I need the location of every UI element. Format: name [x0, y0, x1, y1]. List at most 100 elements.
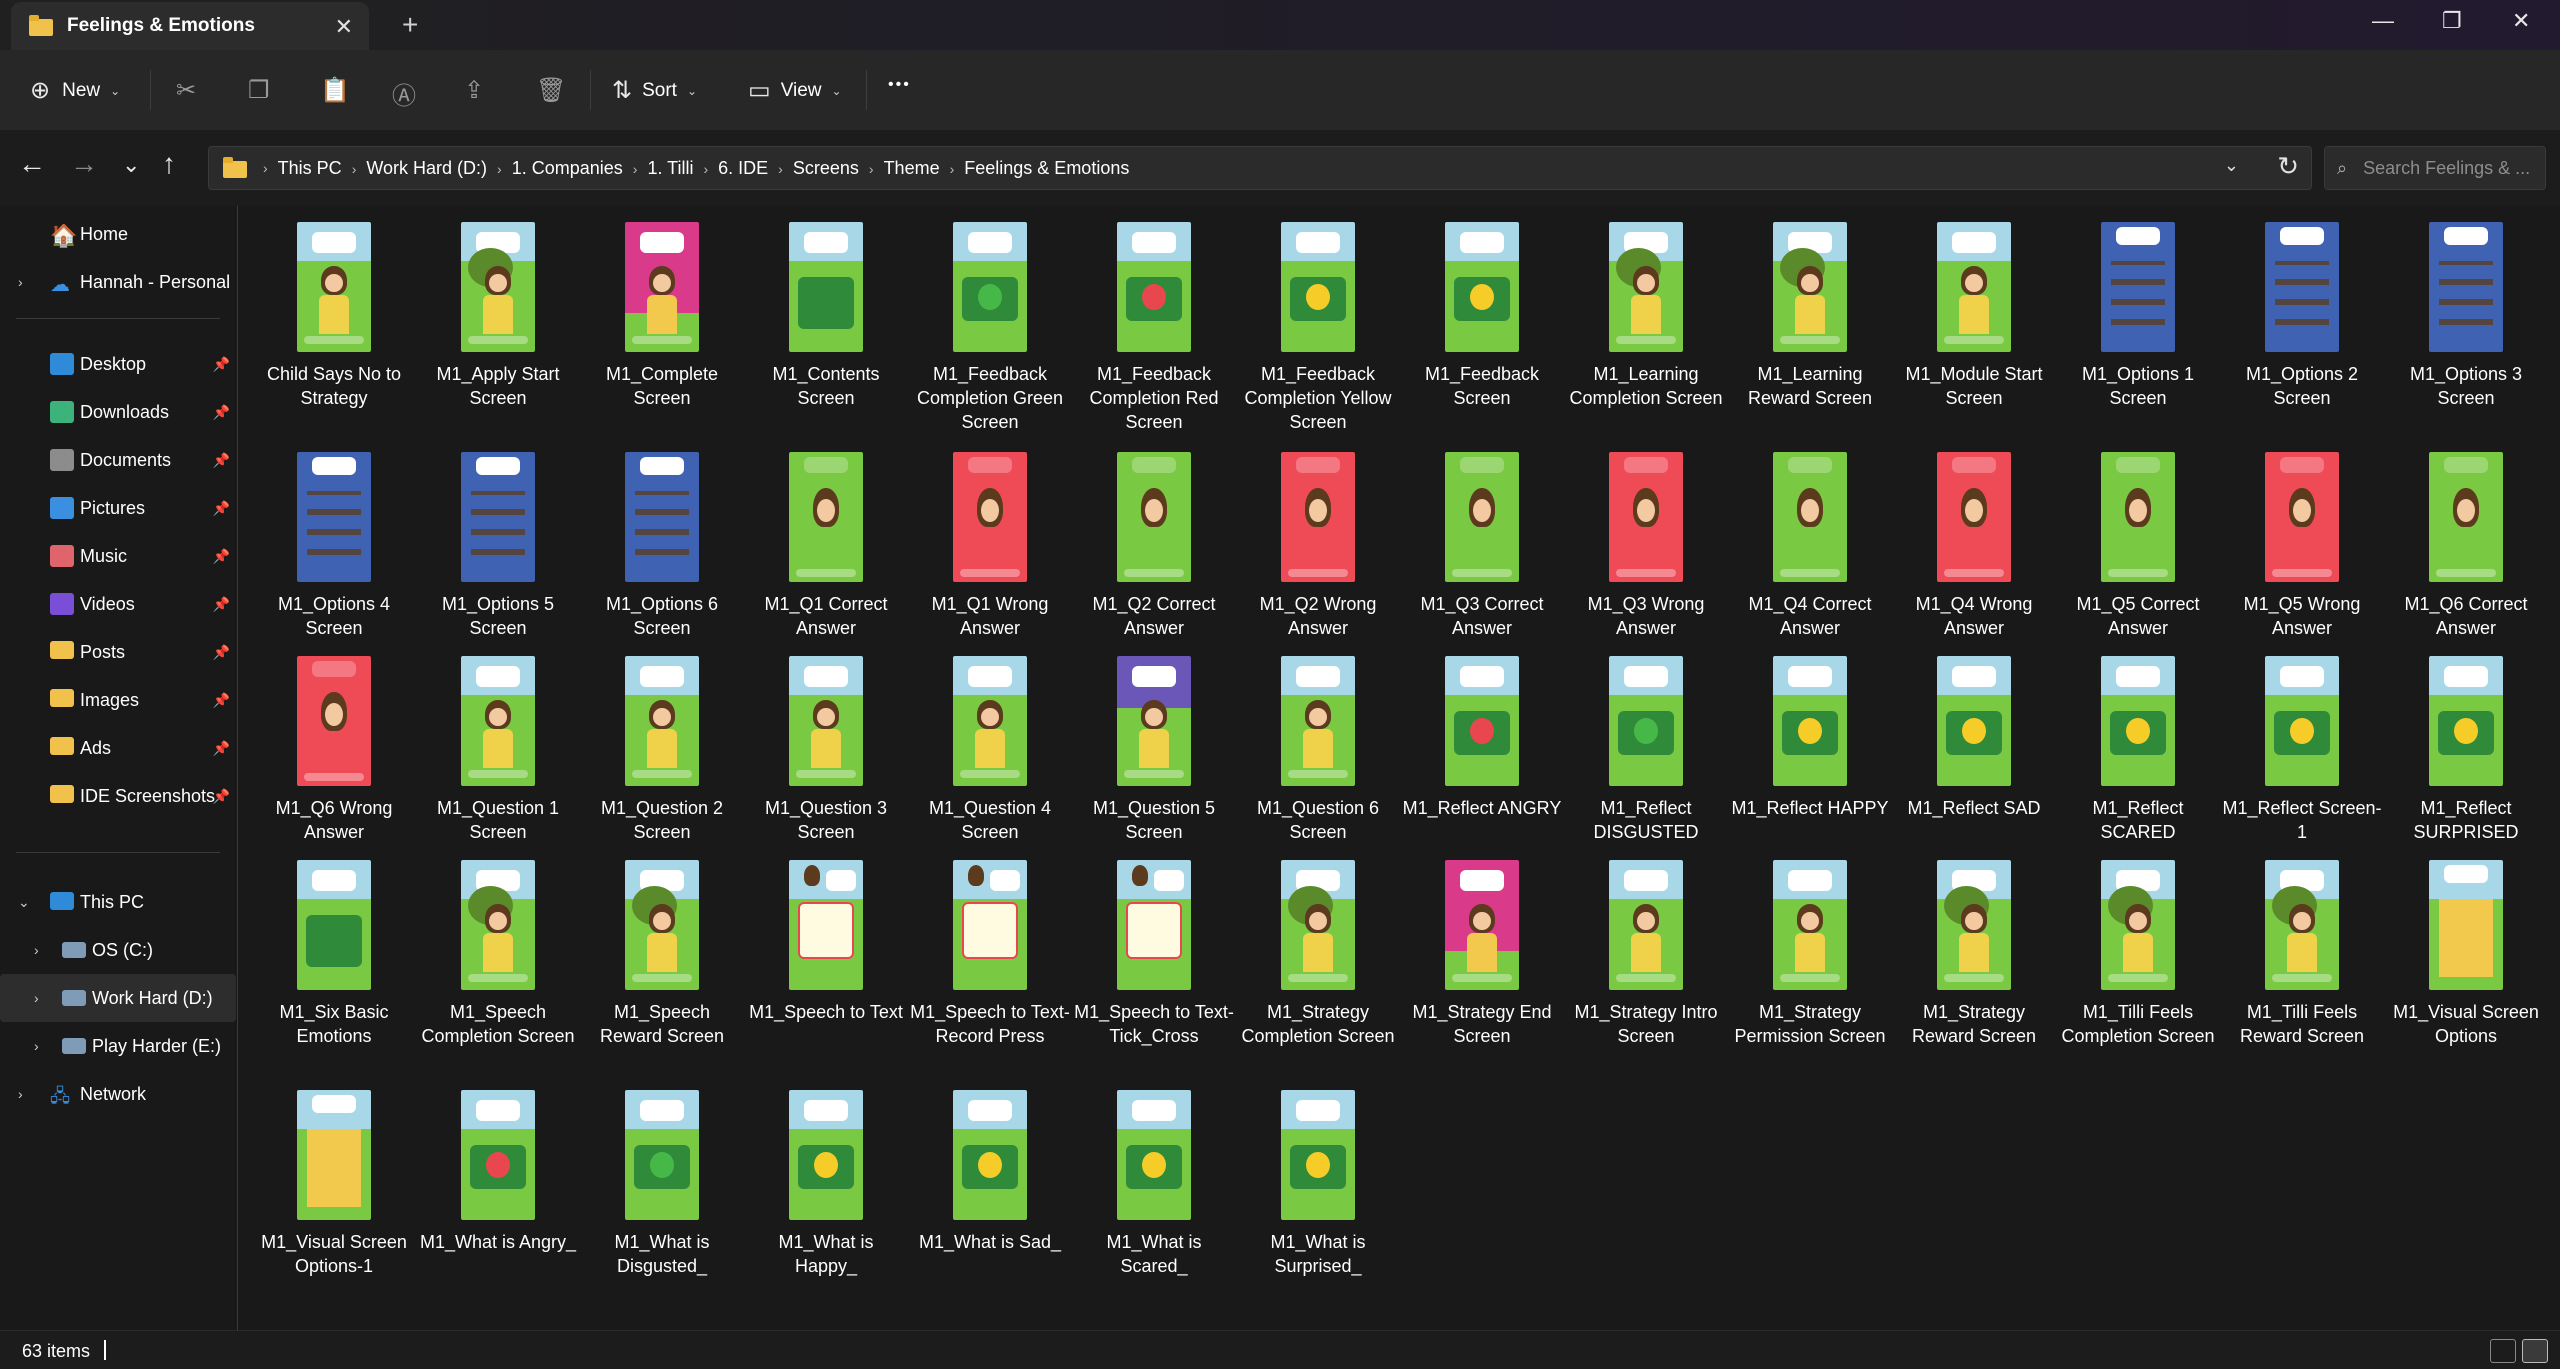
- file-item[interactable]: M1_Question 5 Screen: [1074, 656, 1234, 844]
- breadcrumb-separator[interactable]: ›: [950, 161, 955, 177]
- file-item[interactable]: M1_Strategy Reward Screen: [1894, 860, 2054, 1048]
- file-item[interactable]: M1_Reflect Screen-1: [2222, 656, 2382, 844]
- new-tab-button[interactable]: +: [402, 9, 418, 41]
- breadcrumb-separator[interactable]: ›: [703, 161, 708, 177]
- file-item[interactable]: M1_Learning Reward Screen: [1730, 222, 1890, 410]
- tab-feelings-emotions[interactable]: Feelings & Emotions ✕: [11, 2, 369, 50]
- more-options-button[interactable]: •••: [888, 76, 911, 94]
- chevron-down-icon[interactable]: ⌄: [18, 894, 30, 911]
- large-icons-view-button[interactable]: [2522, 1339, 2548, 1363]
- breadcrumb-item[interactable]: Screens: [793, 158, 859, 178]
- file-item[interactable]: M1_Complete Screen: [582, 222, 742, 410]
- share-icon[interactable]: ⇪: [464, 76, 484, 105]
- sidebar-item-home[interactable]: 🏠 Home: [0, 210, 236, 258]
- pin-icon[interactable]: 📌: [213, 596, 230, 613]
- file-item[interactable]: M1_Options 1 Screen: [2058, 222, 2218, 410]
- back-button[interactable]: ←: [18, 148, 46, 180]
- up-button[interactable]: ↑: [162, 148, 176, 180]
- file-item[interactable]: M1_Speech to Text: [746, 860, 906, 1024]
- file-item[interactable]: M1_Strategy Intro Screen: [1566, 860, 1726, 1048]
- file-item[interactable]: M1_Q5 Correct Answer: [2058, 452, 2218, 640]
- file-item[interactable]: M1_Strategy End Screen: [1402, 860, 1562, 1048]
- file-item[interactable]: M1_Options 2 Screen: [2222, 222, 2382, 410]
- file-item[interactable]: Child Says No to Strategy: [254, 222, 414, 410]
- file-item[interactable]: M1_Reflect HAPPY: [1730, 656, 1890, 820]
- file-item[interactable]: M1_Speech to Text-Record Press: [910, 860, 1070, 1048]
- file-item[interactable]: M1_Visual Screen Options-1: [254, 1090, 414, 1278]
- details-view-button[interactable]: [2490, 1339, 2516, 1363]
- close-window-button[interactable]: ✕: [2512, 8, 2530, 34]
- sidebar-item-pictures[interactable]: Pictures 📌: [0, 484, 236, 532]
- breadcrumb-item[interactable]: Feelings & Emotions: [964, 158, 1129, 178]
- breadcrumb-item[interactable]: This PC: [278, 158, 342, 178]
- forward-button[interactable]: →: [70, 148, 98, 180]
- breadcrumb[interactable]: › This PC › Work Hard (D:) › 1. Companies › 1.…: [208, 146, 2312, 190]
- file-item[interactable]: M1_Feedback Completion Yellow Screen: [1238, 222, 1398, 434]
- file-item[interactable]: M1_Learning Completion Screen: [1566, 222, 1726, 410]
- file-item[interactable]: M1_Options 6 Screen: [582, 452, 742, 640]
- file-item[interactable]: M1_Options 5 Screen: [418, 452, 578, 640]
- file-item[interactable]: M1_Q4 Wrong Answer: [1894, 452, 2054, 640]
- file-item[interactable]: M1_Six Basic Emotions: [254, 860, 414, 1048]
- file-item[interactable]: M1_Q4 Correct Answer: [1730, 452, 1890, 640]
- file-item[interactable]: M1_Question 6 Screen: [1238, 656, 1398, 844]
- sidebar-item-images[interactable]: Images 📌: [0, 676, 236, 724]
- breadcrumb-separator[interactable]: ›: [778, 161, 783, 177]
- breadcrumb-separator[interactable]: ›: [352, 161, 357, 177]
- chevron-right-icon[interactable]: ›: [34, 942, 39, 958]
- sidebar-item-documents[interactable]: Documents 📌: [0, 436, 236, 484]
- view-button[interactable]: ▭ View ⌄: [748, 76, 842, 105]
- file-item[interactable]: M1_Question 4 Screen: [910, 656, 1070, 844]
- sidebar-item-drive[interactable]: › OS (C:): [0, 926, 236, 974]
- sidebar-item-this-pc[interactable]: ⌄ This PC: [0, 878, 236, 926]
- file-item[interactable]: M1_Module Start Screen: [1894, 222, 2054, 410]
- file-item[interactable]: M1_What is Surprised_: [1238, 1090, 1398, 1278]
- cut-icon[interactable]: ✂: [176, 76, 196, 105]
- file-item[interactable]: M1_Q6 Wrong Answer: [254, 656, 414, 844]
- file-item[interactable]: M1_Question 2 Screen: [582, 656, 742, 844]
- breadcrumb-item[interactable]: 6. IDE: [718, 158, 768, 178]
- pin-icon[interactable]: 📌: [213, 740, 230, 757]
- file-item[interactable]: M1_What is Disgusted_: [582, 1090, 742, 1278]
- copy-icon[interactable]: ❐: [248, 76, 270, 105]
- chevron-right-icon[interactable]: ›: [18, 1086, 23, 1102]
- sidebar-item-posts[interactable]: Posts 📌: [0, 628, 236, 676]
- file-item[interactable]: M1_Feedback Screen: [1402, 222, 1562, 410]
- file-item[interactable]: M1_Tilli Feels Completion Screen: [2058, 860, 2218, 1048]
- search-input[interactable]: ⌕ Search Feelings & ...: [2324, 146, 2546, 190]
- file-item[interactable]: M1_Q3 Correct Answer: [1402, 452, 1562, 640]
- file-item[interactable]: M1_Q2 Correct Answer: [1074, 452, 1234, 640]
- sidebar-item-downloads[interactable]: Downloads 📌: [0, 388, 236, 436]
- rename-icon[interactable]: Ⓐ: [392, 76, 416, 111]
- new-button[interactable]: ⊕ New ⌄: [30, 76, 120, 105]
- breadcrumb-separator[interactable]: ›: [497, 161, 502, 177]
- refresh-icon[interactable]: ↻: [2277, 151, 2299, 182]
- file-item[interactable]: M1_Reflect SCARED: [2058, 656, 2218, 844]
- file-item[interactable]: M1_What is Sad_: [910, 1090, 1070, 1254]
- sidebar-item-ads[interactable]: Ads 📌: [0, 724, 236, 772]
- pin-icon[interactable]: 📌: [213, 692, 230, 709]
- file-item[interactable]: M1_What is Angry_: [418, 1090, 578, 1254]
- sidebar-item-desktop[interactable]: Desktop 📌: [0, 340, 236, 388]
- sidebar-item-ide-screenshots[interactable]: IDE Screenshots 📌: [0, 772, 236, 820]
- pin-icon[interactable]: 📌: [213, 452, 230, 469]
- sort-button[interactable]: ⇅ Sort ⌄: [612, 76, 697, 105]
- file-item[interactable]: M1_Reflect SURPRISED: [2386, 656, 2546, 844]
- file-item[interactable]: M1_Q6 Correct Answer: [2386, 452, 2546, 640]
- file-item[interactable]: M1_Visual Screen Options: [2386, 860, 2546, 1048]
- file-item[interactable]: M1_Strategy Completion Screen: [1238, 860, 1398, 1048]
- sidebar-item-network[interactable]: › 🖧 Network: [0, 1070, 236, 1118]
- file-item[interactable]: M1_Apply Start Screen: [418, 222, 578, 410]
- sidebar-item-drive[interactable]: › Work Hard (D:): [0, 974, 236, 1022]
- file-item[interactable]: M1_Feedback Completion Red Screen: [1074, 222, 1234, 434]
- close-tab-icon[interactable]: ✕: [335, 14, 353, 40]
- breadcrumb-separator[interactable]: ›: [633, 161, 638, 177]
- pin-icon[interactable]: 📌: [213, 788, 230, 805]
- file-item[interactable]: M1_Q1 Wrong Answer: [910, 452, 1070, 640]
- chevron-down-icon[interactable]: ⌄: [2224, 155, 2239, 176]
- chevron-right-icon[interactable]: ›: [18, 274, 23, 290]
- file-item[interactable]: M1_Speech Reward Screen: [582, 860, 742, 1048]
- chevron-right-icon[interactable]: ›: [34, 990, 39, 1006]
- chevron-right-icon[interactable]: ›: [34, 1038, 39, 1054]
- file-item[interactable]: M1_Contents Screen: [746, 222, 906, 410]
